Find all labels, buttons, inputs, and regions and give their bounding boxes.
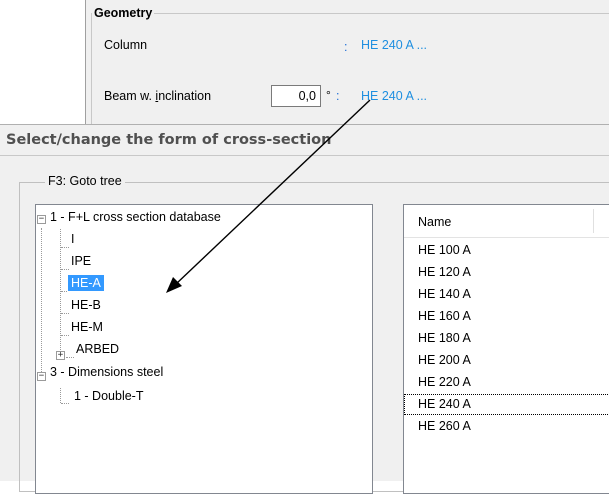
list-item-label: HE 260 A xyxy=(418,419,471,433)
tree-line xyxy=(61,269,69,270)
tree-line xyxy=(61,291,67,292)
list-item-label: HE 120 A xyxy=(418,265,471,279)
geometry-title: Geometry xyxy=(92,6,155,20)
list-item-label: HE 100 A xyxy=(418,243,471,257)
tree-line xyxy=(41,228,42,378)
column-divider[interactable] xyxy=(593,209,594,233)
title-divider xyxy=(0,155,609,156)
tree-node-database[interactable]: 1 - F+L cross section database xyxy=(50,210,221,224)
list-item-label: HE 180 A xyxy=(418,331,471,345)
tree-line xyxy=(60,229,61,356)
list-item[interactable]: HE 140 A xyxy=(404,284,609,305)
tree-node-ipe[interactable]: IPE xyxy=(71,254,91,268)
inclination-input[interactable] xyxy=(271,85,321,107)
beam-section-link[interactable]: HE 240 A ... xyxy=(361,89,427,103)
goto-tree-group-title: F3: Goto tree xyxy=(45,174,125,188)
list-item[interactable]: HE 160 A xyxy=(404,306,609,327)
column-label: Column xyxy=(104,38,148,52)
tree-node-he-m[interactable]: HE-M xyxy=(71,320,103,334)
name-column-header[interactable]: Name xyxy=(418,215,451,229)
list-item[interactable]: HE 260 A xyxy=(404,416,609,437)
list-item-label: HE 160 A xyxy=(418,309,471,323)
beam-colon: : xyxy=(336,89,340,103)
cross-section-dialog: Select/change the form of cross-section … xyxy=(0,124,609,494)
list-header[interactable]: Name xyxy=(404,205,609,238)
list-item[interactable]: HE 120 A xyxy=(404,262,609,283)
tree-node-double-t[interactable]: 1 - Double-T xyxy=(74,389,143,403)
geometry-panel: Geometry Column : HE 240 A ... Beam w. i… xyxy=(85,0,609,143)
expand-arbed-icon[interactable]: + xyxy=(56,351,65,360)
collapse-dimensions-icon[interactable]: − xyxy=(37,372,46,381)
dialog-title: Select/change the form of cross-section xyxy=(6,132,332,148)
tree-line xyxy=(66,357,74,358)
list-item-label: HE 140 A xyxy=(418,287,471,301)
section-list[interactable]: Name HE 100 A HE 120 A HE 140 A HE 160 A HE … xyxy=(403,204,609,494)
tree-line xyxy=(61,403,69,404)
list-item-label: HE 240 A xyxy=(418,397,471,411)
list-item[interactable]: HE 180 A xyxy=(404,328,609,349)
tree-node-arbed[interactable]: ARBED xyxy=(76,342,119,356)
beam-inclination-label: Beam w. inclination xyxy=(104,89,212,103)
list-item[interactable]: HE 100 A xyxy=(404,240,609,261)
tree-node-he-a[interactable]: HE-A xyxy=(68,275,104,291)
tree-node-he-b[interactable]: HE-B xyxy=(71,298,101,312)
tree-line xyxy=(60,388,61,403)
list-item[interactable]: HE 240 A xyxy=(404,394,609,415)
tree-line xyxy=(61,247,69,248)
tree-line xyxy=(61,335,69,336)
inclination-unit: ° xyxy=(326,88,331,102)
column-colon: : xyxy=(344,40,348,54)
list-item-label: HE 220 A xyxy=(418,375,471,389)
tree-node-dimensions-steel[interactable]: 3 - Dimensions steel xyxy=(50,365,163,379)
collapse-database-icon[interactable]: − xyxy=(37,215,46,224)
section-tree[interactable]: − 1 - F+L cross section database I IPE H… xyxy=(35,204,373,494)
list-item[interactable]: HE 200 A xyxy=(404,350,609,371)
list-item-label: HE 200 A xyxy=(418,353,471,367)
column-section-link[interactable]: HE 240 A ... xyxy=(361,38,427,52)
list-item[interactable]: HE 220 A xyxy=(404,372,609,393)
tree-node-i[interactable]: I xyxy=(71,232,74,246)
tree-line xyxy=(61,313,69,314)
